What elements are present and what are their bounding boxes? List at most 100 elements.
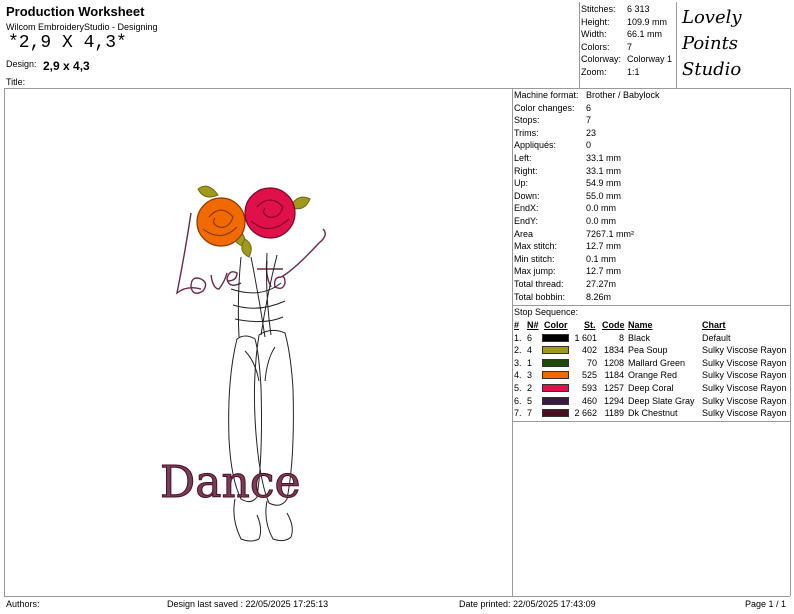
cell-st: 2 662: [574, 408, 597, 419]
cell-idx: 6.: [514, 395, 522, 406]
footer-authors: Authors:: [6, 599, 40, 609]
cell-name: Deep Coral: [628, 383, 674, 393]
divider: [790, 88, 791, 596]
app-name: Wilcom EmbroideryStudio - Designing: [6, 22, 158, 32]
header-cell: Chart: [702, 320, 726, 330]
detail-value: 6: [586, 102, 592, 113]
cell-idx: 1.: [514, 332, 522, 343]
cell-idx: 2.: [514, 345, 522, 356]
cell-chart: Sulky Viscose Rayon: [702, 408, 787, 419]
detail-label: Min stitch:: [514, 253, 555, 264]
cell-st: 402: [581, 345, 597, 356]
cell-chart: Sulky Viscose Rayon: [702, 370, 787, 381]
cell-st: 460: [581, 395, 597, 406]
detail-label: Max jump:: [514, 266, 556, 277]
cell-idx: 3.: [514, 357, 522, 368]
detail-label: Stops:: [514, 115, 540, 126]
detail-label: Up:: [514, 178, 529, 189]
detail-value: 7: [586, 115, 592, 126]
divider: [512, 88, 513, 596]
detail-value: 23: [586, 127, 597, 138]
summary-label: Zoom:: [581, 67, 607, 77]
detail-label: Appliqués:: [514, 140, 557, 151]
detail-value: 12.7 mm: [586, 241, 622, 252]
color-swatch: [542, 371, 569, 380]
detail-label: Max stitch:: [514, 241, 558, 252]
color-swatch: [542, 396, 569, 405]
summary-label: Height:: [581, 16, 610, 27]
header-cell: N#: [527, 320, 539, 330]
detail-label: Color changes:: [514, 102, 575, 113]
cell-n: 2: [527, 383, 533, 393]
cell-idx: 7.: [514, 408, 522, 419]
cell-n: 1: [527, 357, 533, 368]
cell-st: 525: [581, 370, 597, 381]
cell-name: Mallard Green: [628, 357, 686, 368]
table-row: 6. 5 460 1294 Deep Slate Gray Sulky Viscose R…: [514, 395, 788, 408]
detail-label: Area: [514, 228, 534, 239]
summary-label: Stitches:: [581, 4, 616, 14]
cell-idx: 5.: [514, 383, 522, 393]
table-row: 7. 7 2 662 1189 Dk Chestnut Sulky Viscose Ray…: [514, 407, 788, 420]
divider: [512, 421, 790, 422]
summary-value: 66.1 mm: [627, 29, 663, 40]
header-cell: Color: [544, 320, 568, 330]
orange-rose: [196, 197, 246, 247]
header-cell: #: [514, 320, 520, 330]
cell-name: Deep Slate Gray: [628, 395, 695, 406]
header-cell: St.: [584, 320, 596, 330]
detail-value: Brother / Babylock: [586, 90, 660, 100]
divider: [676, 2, 677, 88]
cell-name: Orange Red: [628, 370, 678, 381]
divider: [4, 596, 790, 597]
header-cell: Name: [628, 320, 653, 330]
cell-name: Dk Chestnut: [628, 408, 678, 419]
summary-label: Colors:: [581, 41, 610, 52]
detail-value: 8.26m: [586, 291, 612, 302]
logo-line: Points: [682, 33, 739, 54]
summary-value: 109.9 mm: [627, 16, 668, 27]
cell-n: 7: [527, 408, 533, 419]
summary-label: Colorway:: [581, 54, 622, 65]
pink-rose: [244, 187, 296, 239]
summary-value: 6 313: [627, 4, 650, 14]
cell-chart: Sulky Viscose Rayon: [702, 357, 787, 368]
detail-label: Total bobbin:: [514, 291, 566, 302]
title-label: Title:: [6, 77, 26, 87]
detail-label: Total thread:: [514, 279, 564, 289]
cell-st: 593: [581, 383, 597, 393]
cell-chart: Sulky Viscose Rayon: [702, 395, 787, 406]
divider: [579, 2, 580, 88]
cell-code: 1208: [603, 357, 624, 368]
cell-n: 5: [527, 395, 533, 406]
color-swatch: [542, 409, 569, 418]
cell-code: 8: [618, 332, 624, 343]
cell-n: 6: [527, 332, 533, 343]
detail-value: 0.1 mm: [586, 253, 617, 264]
summary-label: Width:: [581, 29, 607, 40]
cell-chart: Sulky Viscose Rayon: [702, 383, 787, 393]
cell-code: 1184: [604, 370, 624, 381]
cell-name: Pea Soup: [628, 345, 668, 356]
cell-chart: Sulky Viscose Rayon: [702, 345, 787, 356]
detail-label: EndY:: [514, 216, 539, 226]
leaf-shape: [241, 238, 252, 258]
summary-box: Stitches: 6 313 Height: 109.9 mm Width: 66.…: [581, 3, 676, 81]
summary-value: Colorway 1: [627, 54, 673, 65]
detail-value: 54.9 mm: [586, 178, 622, 189]
footer-page: Page 1 / 1: [745, 599, 787, 609]
detail-label: Trims:: [514, 127, 539, 138]
design-label: Design:: [6, 59, 37, 69]
detail-value: 0.0 mm: [586, 216, 617, 226]
cell-idx: 4.: [514, 370, 522, 381]
design-value: 2,9 x 4,3: [43, 59, 90, 73]
color-swatch: [542, 358, 569, 367]
logo-line: Lovely: [682, 7, 742, 28]
leaf-shape: [197, 185, 219, 198]
detail-label: Left:: [514, 153, 532, 163]
cell-n: 3: [527, 370, 533, 381]
table-row: 5. 2 593 1257 Deep Coral Sulky Viscose Rayon: [514, 382, 788, 395]
table-row: 1. 6 1 601 8 Black Default: [514, 332, 788, 345]
table-row: 2. 4 402 1834 Pea Soup Sulky Viscose Rayon: [514, 344, 788, 357]
details-list: Machine format: Brother / Babylock Color c…: [514, 89, 788, 305]
